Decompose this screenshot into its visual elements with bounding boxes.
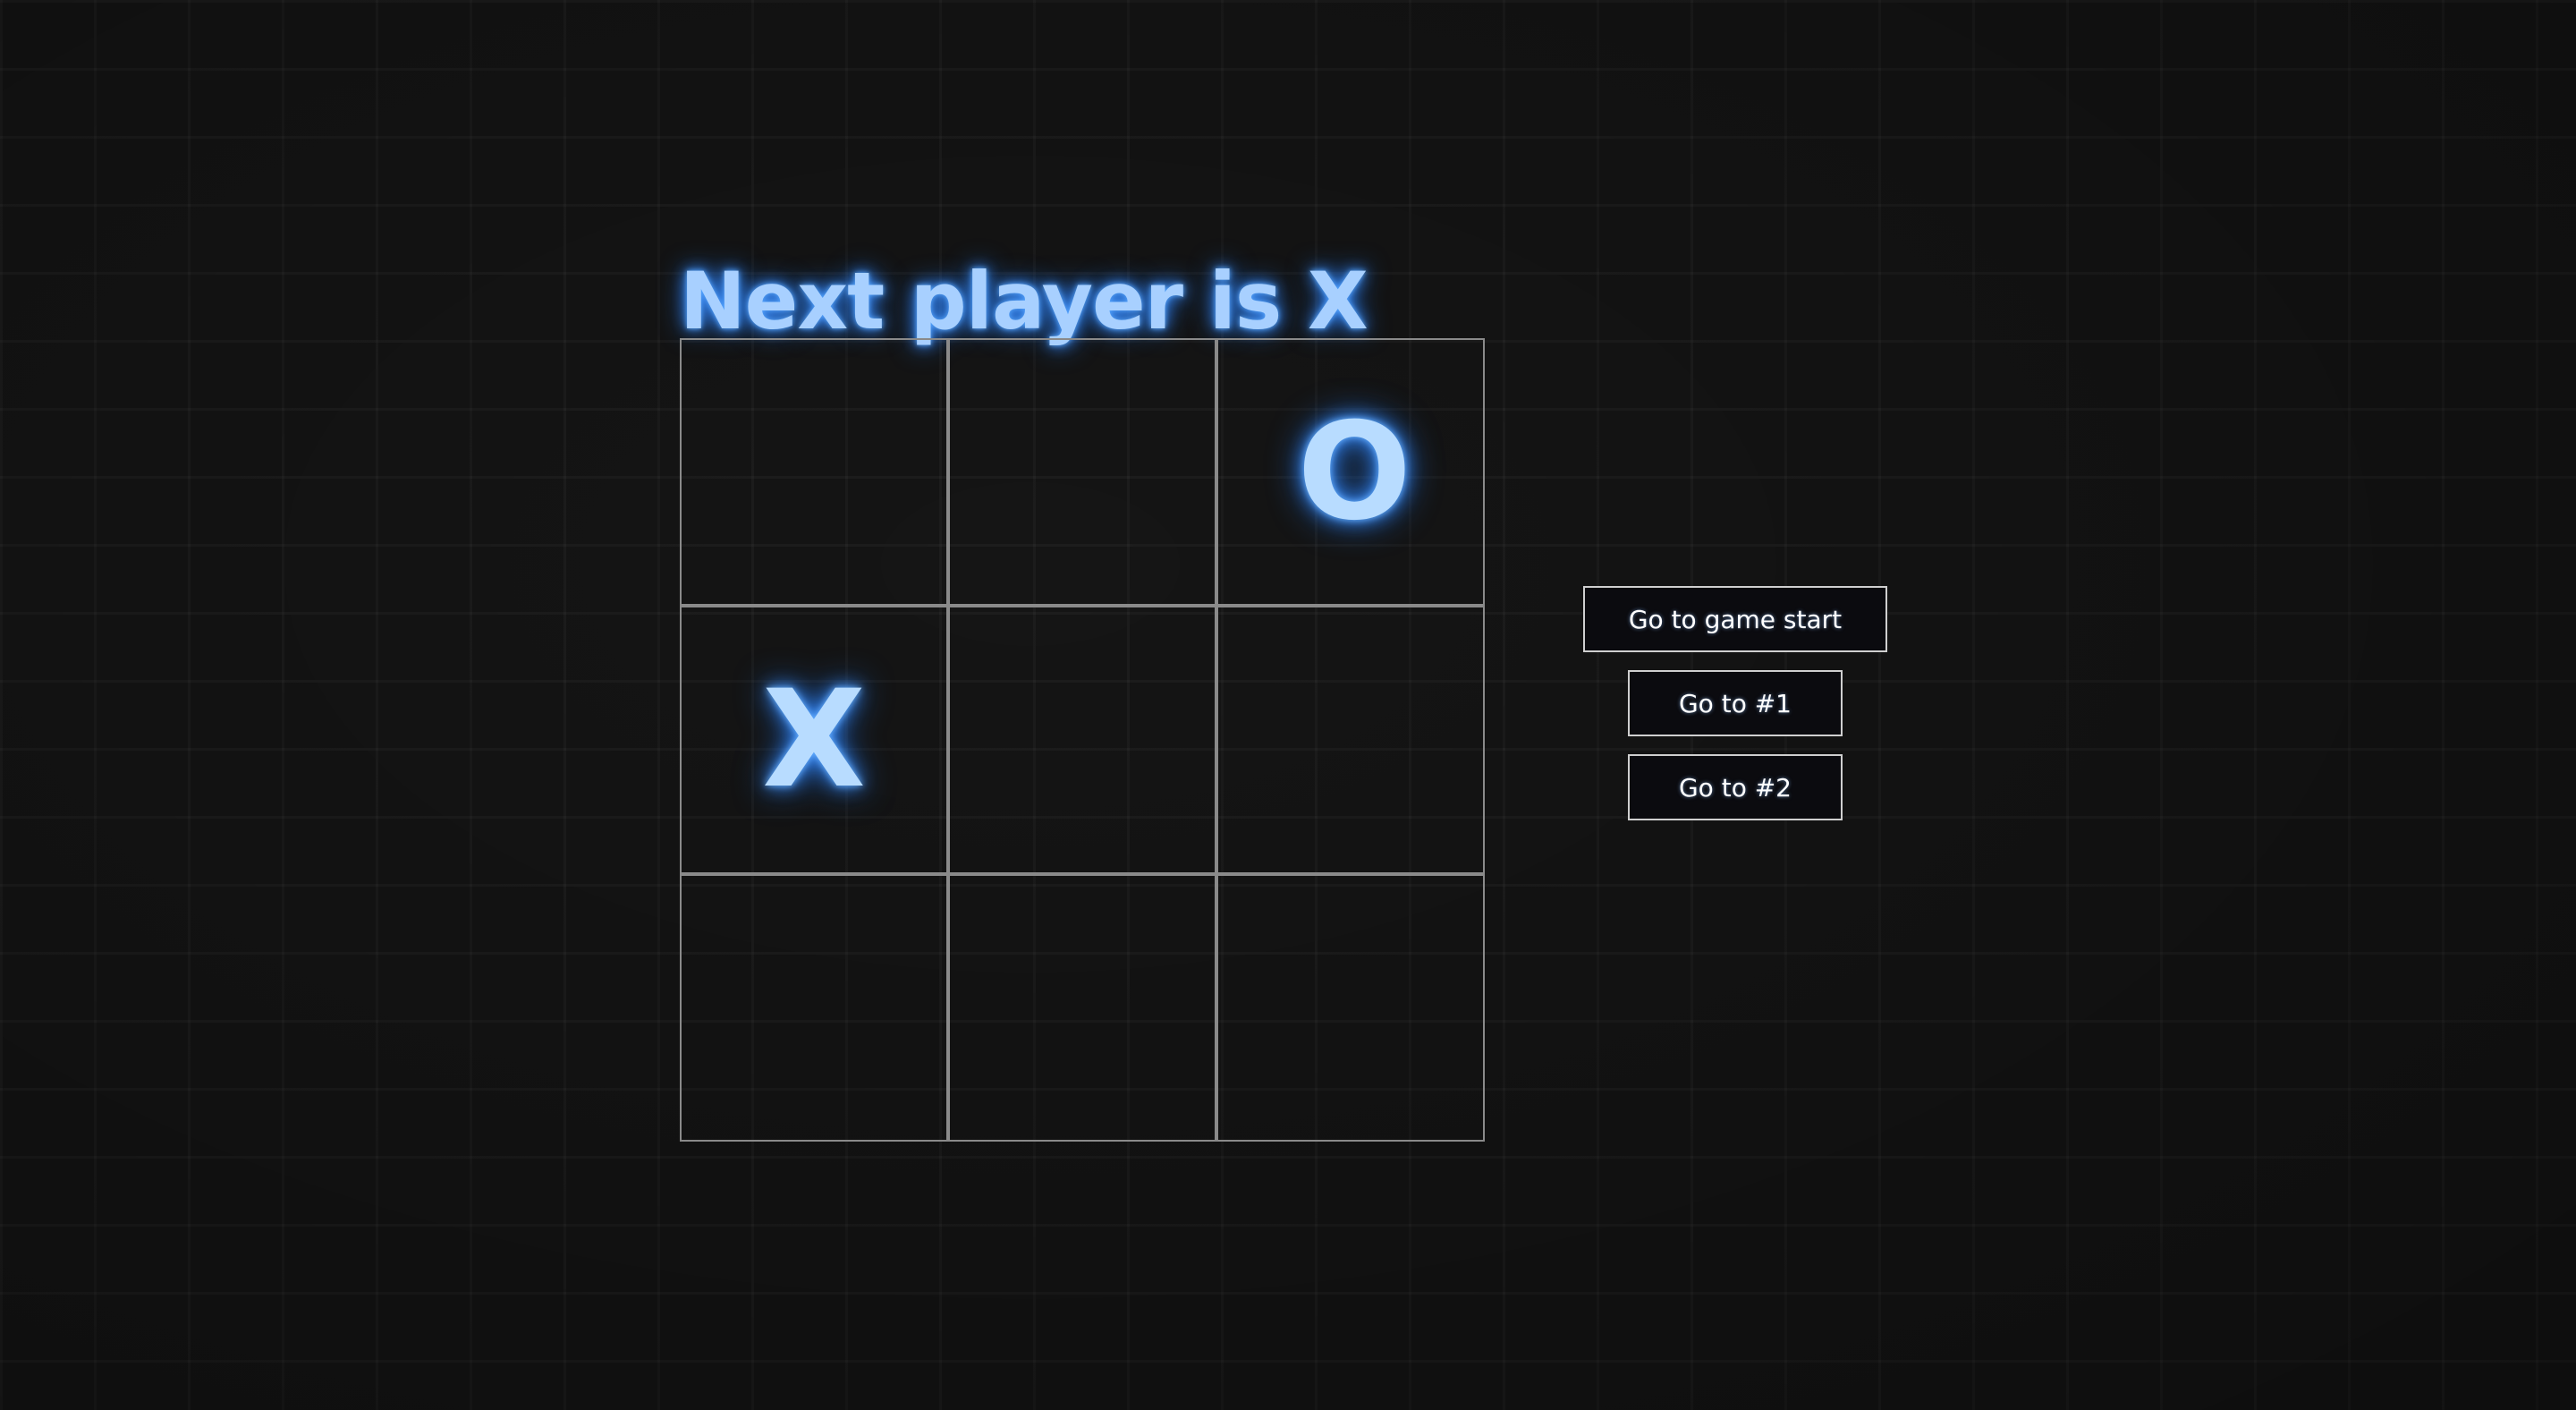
board-square-5[interactable] <box>1216 606 1485 874</box>
move-history-item: Go to #1 <box>1628 670 1843 736</box>
board-square-3[interactable]: X <box>680 606 948 874</box>
board-square-0[interactable] <box>680 338 948 607</box>
game-board: O X <box>680 338 1485 1142</box>
go-to-game-start-button[interactable]: Go to game start <box>1583 586 1887 652</box>
board-square-4[interactable] <box>948 606 1216 874</box>
go-to-move-1-button[interactable]: Go to #1 <box>1628 670 1843 736</box>
move-history-item: Go to game start <box>1583 586 1887 652</box>
board-square-2[interactable]: O <box>1216 338 1485 607</box>
board-square-7[interactable] <box>948 873 1216 1142</box>
move-history-list: Go to game start Go to #1 Go to #2 <box>1583 586 1887 820</box>
board-square-6[interactable] <box>680 873 948 1142</box>
board-square-8[interactable] <box>1216 873 1485 1142</box>
board-square-1[interactable] <box>948 338 1216 607</box>
go-to-move-2-button[interactable]: Go to #2 <box>1628 754 1843 820</box>
move-history-item: Go to #2 <box>1628 754 1843 820</box>
game-status: Next player is X <box>680 255 1368 347</box>
